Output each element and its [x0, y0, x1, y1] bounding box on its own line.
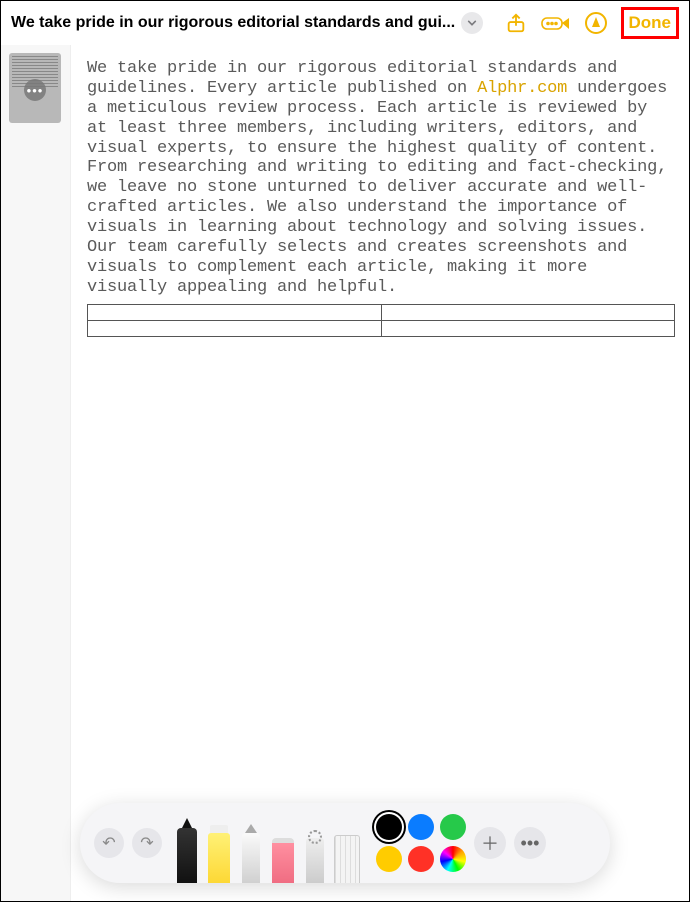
undo-button[interactable]: ↶	[94, 828, 124, 858]
more-options-button[interactable]: •••	[514, 827, 546, 859]
done-button[interactable]: Done	[629, 13, 672, 33]
color-picker-icon[interactable]	[440, 846, 466, 872]
table-cell[interactable]	[88, 320, 382, 336]
body-text: We take pride in our rigorous editorial …	[87, 59, 675, 298]
table-row	[88, 320, 675, 336]
color-red[interactable]	[408, 846, 434, 872]
pen-tool[interactable]	[174, 815, 200, 883]
ruler-tool[interactable]	[334, 815, 360, 883]
more-icon[interactable]: •••	[24, 79, 46, 101]
chevron-down-icon[interactable]	[461, 12, 483, 34]
add-button[interactable]: ＋	[474, 827, 506, 859]
document-page[interactable]: We take pride in our rigorous editorial …	[71, 45, 689, 901]
text-after: undergoes a meticulous review process. E…	[87, 79, 667, 297]
redo-button[interactable]: ↷	[132, 828, 162, 858]
toolbar: We take pride in our rigorous editorial …	[1, 1, 689, 45]
pencil-tool[interactable]	[238, 815, 264, 883]
empty-table[interactable]	[87, 304, 675, 337]
markup-pen-circle-icon[interactable]	[581, 8, 611, 38]
content-area: ••• We take pride in our rigorous editor…	[1, 45, 689, 901]
page-thumbnail[interactable]: •••	[9, 53, 61, 123]
lasso-tool[interactable]	[302, 815, 328, 883]
thumbnail-strip: •••	[1, 45, 71, 901]
alphr-link[interactable]: Alphr.com	[477, 79, 567, 98]
table-cell[interactable]	[381, 320, 675, 336]
table-cell[interactable]	[88, 304, 382, 320]
table-row	[88, 304, 675, 320]
color-black[interactable]	[376, 814, 402, 840]
color-blue[interactable]	[408, 814, 434, 840]
markup-toolbar: ↶ ↷ ＋ •••	[80, 803, 610, 883]
markup-tool-icon[interactable]	[541, 8, 571, 38]
share-icon[interactable]	[501, 8, 531, 38]
drawing-tools	[174, 803, 360, 883]
document-title: We take pride in our rigorous editorial …	[11, 14, 455, 32]
highlighter-tool[interactable]	[206, 815, 232, 883]
done-button-highlight: Done	[621, 7, 680, 39]
eraser-tool[interactable]	[270, 815, 296, 883]
color-palette	[376, 814, 466, 872]
color-green[interactable]	[440, 814, 466, 840]
color-yellow[interactable]	[376, 846, 402, 872]
title-area[interactable]: We take pride in our rigorous editorial …	[11, 12, 491, 34]
table-cell[interactable]	[381, 304, 675, 320]
